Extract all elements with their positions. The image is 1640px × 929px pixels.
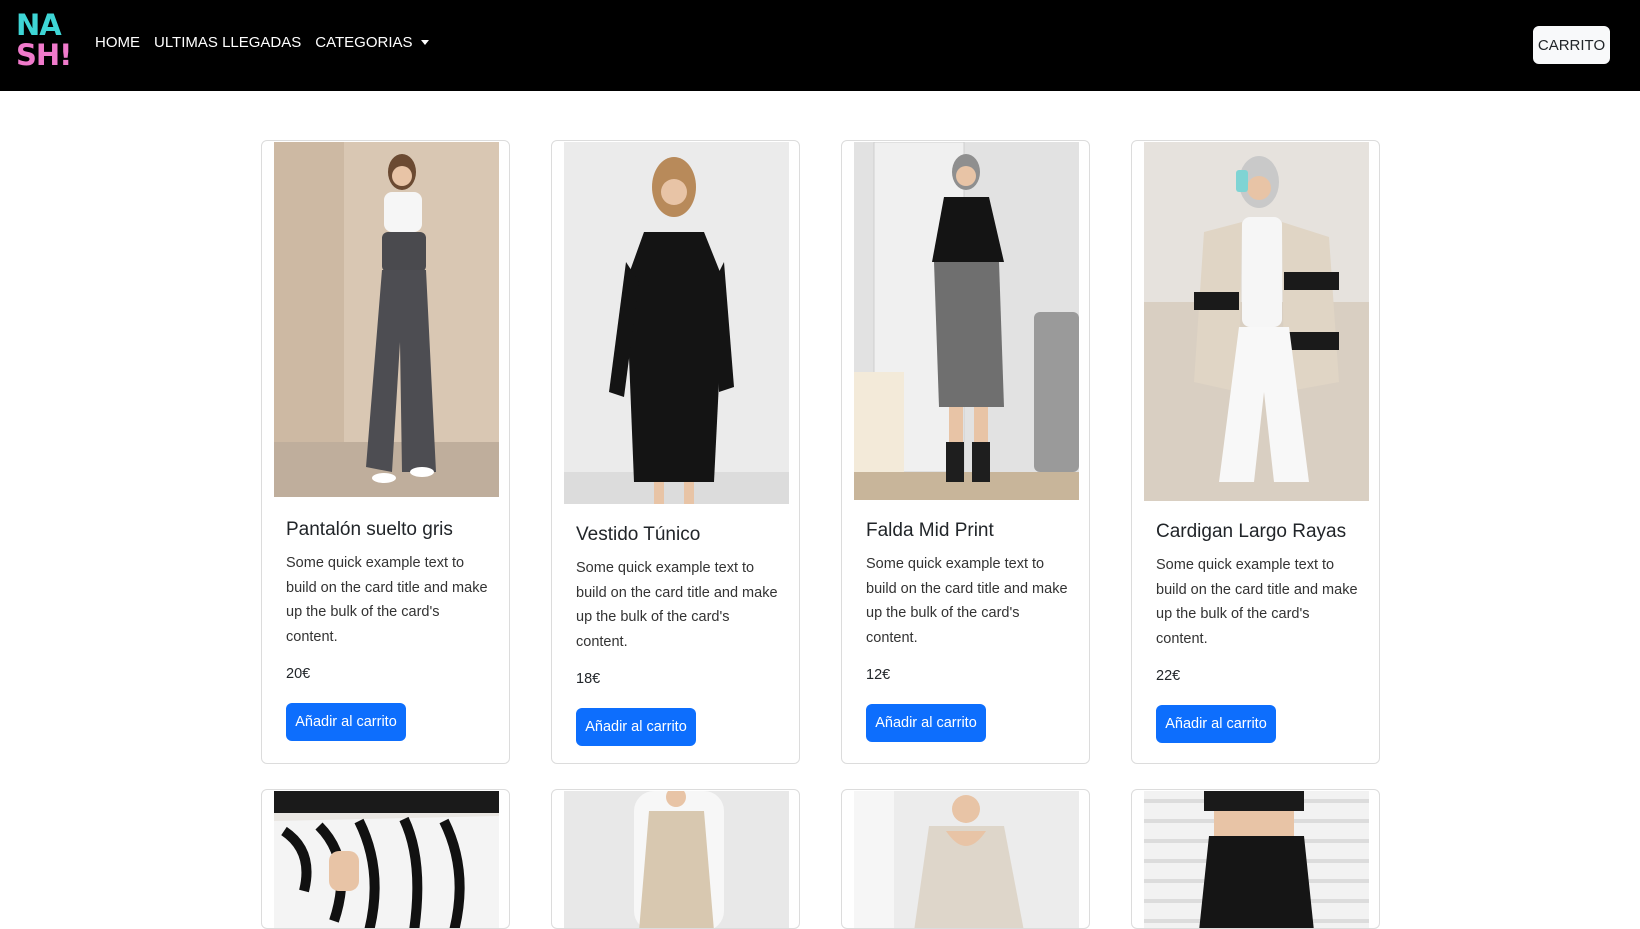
product-image[interactable] bbox=[564, 142, 789, 504]
product-card: Vestido Túnico Some quick example text t… bbox=[551, 140, 800, 764]
product-price: 12€ bbox=[866, 667, 891, 683]
product-price: 22€ bbox=[1156, 668, 1181, 684]
brand-logo[interactable]: NA SH! bbox=[16, 8, 72, 76]
product-title: Vestido Túnico bbox=[576, 524, 701, 545]
product-description: Some quick example text to build on the … bbox=[286, 555, 488, 645]
nav-home-link[interactable]: HOME bbox=[95, 34, 140, 51]
product-card-body: Cardigan Largo Rayas Some quick example … bbox=[1156, 521, 1359, 651]
product-title: Falda Mid Print bbox=[866, 520, 994, 541]
product-card-body: Falda Mid Print Some quick example text … bbox=[866, 520, 1069, 650]
product-title: Cardigan Largo Rayas bbox=[1156, 521, 1347, 542]
product-card bbox=[551, 789, 800, 929]
product-card bbox=[841, 789, 1090, 929]
product-description: Some quick example text to build on the … bbox=[576, 560, 778, 650]
product-image[interactable] bbox=[274, 791, 499, 928]
product-price: 18€ bbox=[576, 671, 601, 687]
navbar: NA SH! HOME ULTIMAS LLEGADAS CATEGORIAS … bbox=[0, 0, 1640, 91]
brand-logo-line2: SH! bbox=[16, 38, 72, 72]
nav-categorias-label: CATEGORIAS bbox=[315, 34, 413, 51]
add-to-cart-button[interactable]: Añadir al carrito bbox=[1156, 705, 1276, 743]
product-title: Pantalón suelto gris bbox=[286, 519, 453, 540]
nav-links: HOME ULTIMAS LLEGADAS CATEGORIAS bbox=[95, 34, 429, 51]
product-card-body: Pantalón suelto gris Some quick example … bbox=[286, 519, 489, 649]
nav-ultimas-llegadas-link[interactable]: ULTIMAS LLEGADAS bbox=[154, 34, 301, 51]
product-image[interactable] bbox=[564, 791, 789, 928]
product-image[interactable] bbox=[274, 142, 499, 497]
product-card bbox=[261, 789, 510, 929]
product-price: 20€ bbox=[286, 666, 311, 682]
cart-button[interactable]: CARRITO bbox=[1533, 26, 1610, 64]
add-to-cart-button[interactable]: Añadir al carrito bbox=[576, 708, 696, 746]
product-image[interactable] bbox=[854, 791, 1079, 928]
brand-logo-line1: NA bbox=[16, 8, 62, 42]
add-to-cart-button[interactable]: Añadir al carrito bbox=[286, 703, 406, 741]
product-card: Pantalón suelto gris Some quick example … bbox=[261, 140, 510, 764]
nav-categorias-dropdown[interactable]: CATEGORIAS bbox=[315, 34, 429, 51]
product-card bbox=[1131, 789, 1380, 929]
product-card: Falda Mid Print Some quick example text … bbox=[841, 140, 1090, 764]
caret-down-icon bbox=[420, 40, 429, 45]
product-image[interactable] bbox=[1144, 142, 1369, 501]
add-to-cart-button[interactable]: Añadir al carrito bbox=[866, 704, 986, 742]
product-description: Some quick example text to build on the … bbox=[1156, 557, 1358, 647]
product-description: Some quick example text to build on the … bbox=[866, 556, 1068, 646]
product-image[interactable] bbox=[854, 142, 1079, 500]
product-card-body: Vestido Túnico Some quick example text t… bbox=[576, 524, 779, 654]
product-image[interactable] bbox=[1144, 791, 1369, 928]
product-card: Cardigan Largo Rayas Some quick example … bbox=[1131, 140, 1380, 764]
